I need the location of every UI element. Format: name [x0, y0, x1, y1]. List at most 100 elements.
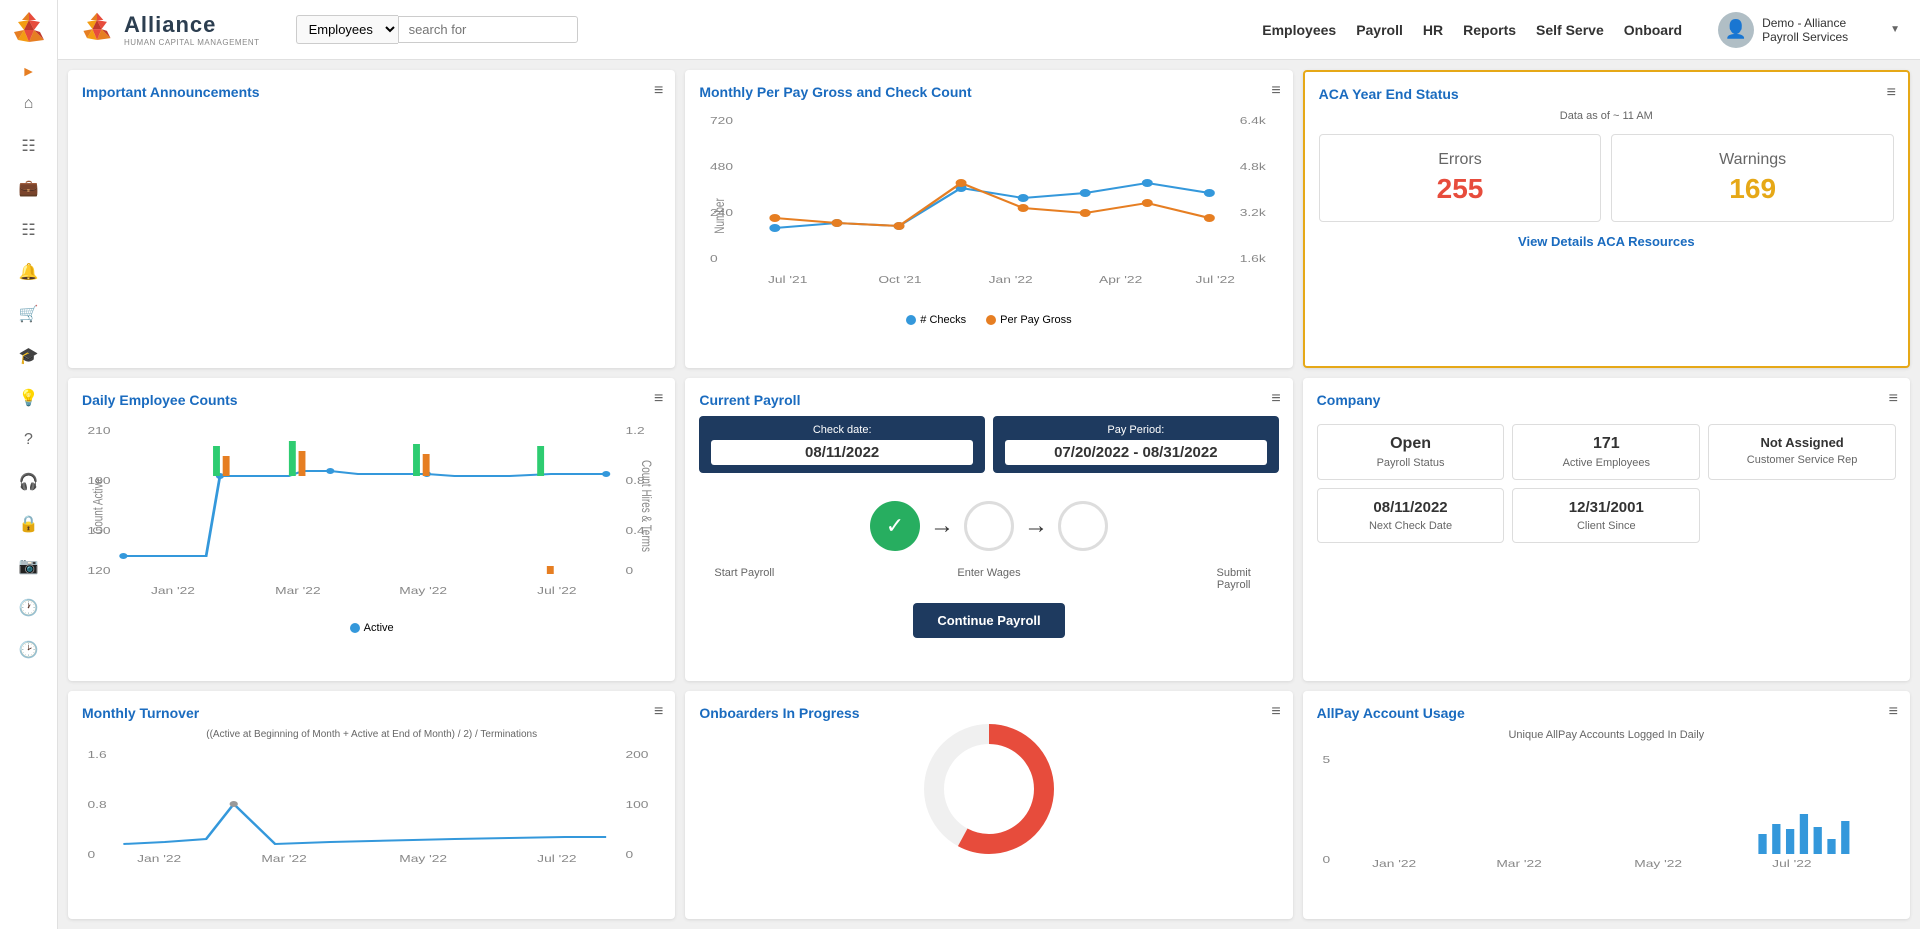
company-stat-client-since: 12/31/2001 Client Since	[1512, 488, 1700, 543]
svg-text:Jan '22: Jan '22	[151, 585, 195, 597]
aca-menu[interactable]: ≡	[1887, 84, 1896, 102]
company-check-date-label: Next Check Date	[1328, 520, 1494, 532]
monthly-chart-menu[interactable]: ≡	[1271, 82, 1280, 100]
sidebar-item-question[interactable]: ?	[11, 422, 47, 458]
turnover-title: Monthly Turnover	[82, 705, 661, 721]
onboarders-title: Onboarders In Progress	[699, 705, 1278, 721]
topbar-logo: Alliance HUMAN CAPITAL MANAGEMENT	[78, 11, 260, 49]
svg-text:6.4k: 6.4k	[1240, 115, 1267, 127]
svg-text:Jan '22: Jan '22	[137, 853, 181, 864]
company-active-value: 171	[1523, 435, 1689, 453]
sidebar-item-cart[interactable]: 🛒	[11, 296, 47, 332]
svg-text:0: 0	[88, 849, 96, 861]
svg-text:Jan '22: Jan '22	[1372, 858, 1416, 869]
company-menu[interactable]: ≡	[1889, 390, 1898, 408]
monthly-chart-legend: # Checks Per Pay Gross	[699, 314, 1278, 326]
company-active-label: Active Employees	[1523, 457, 1689, 469]
sidebar-item-bell[interactable]: 🔔	[11, 254, 47, 290]
company-stat-rep: Not Assigned Customer Service Rep	[1708, 424, 1896, 480]
pay-period-box: Pay Period: 07/20/2022 - 08/31/2022	[993, 416, 1279, 473]
turnover-menu[interactable]: ≡	[654, 703, 663, 721]
step-enter-wages	[964, 501, 1014, 551]
sidebar-item-chart[interactable]: ☷	[11, 128, 47, 164]
step-start-done: ✓	[870, 501, 920, 551]
step-arrow-1: →	[930, 512, 954, 540]
allpay-chart: 5 0 Jan '22 Mar '22 May '22 Jul '22	[1317, 749, 1896, 869]
payroll-steps: ✓ → →	[699, 485, 1278, 567]
user-section[interactable]: 👤 Demo - Alliance Payroll Services ▼	[1718, 12, 1900, 48]
logo-text: Alliance HUMAN CAPITAL MANAGEMENT	[124, 12, 260, 47]
step-submit-payroll	[1058, 501, 1108, 551]
aca-warnings-box[interactable]: Warnings 169	[1611, 134, 1894, 222]
nav-onboard[interactable]: Onboard	[1624, 22, 1682, 38]
company-stat-active: 171 Active Employees	[1512, 424, 1700, 480]
sidebar-item-clock2[interactable]: 🕑	[11, 632, 47, 668]
sidebar: ► ⌂ ☷ 💼 ☷ 🔔 🛒 🎓 💡 ? 🎧 🔒 📷 🕐 🕑	[0, 0, 58, 929]
aca-errors-box[interactable]: Errors 255	[1319, 134, 1602, 222]
turnover-card: Monthly Turnover ≡ ((Active at Beginning…	[68, 691, 675, 919]
svg-text:0: 0	[625, 849, 633, 861]
emp-counts-menu[interactable]: ≡	[654, 390, 663, 408]
step-arrow-2: →	[1024, 512, 1048, 540]
svg-text:120: 120	[88, 565, 111, 577]
svg-text:Apr '22: Apr '22	[1099, 274, 1143, 286]
company-rep-label: Customer Service Rep	[1719, 454, 1885, 466]
svg-text:Jul '21: Jul '21	[768, 274, 808, 286]
svg-text:May '22: May '22	[399, 853, 447, 864]
allpay-subtitle: Unique AllPay Accounts Logged In Daily	[1317, 729, 1896, 741]
payroll-card: Current Payroll ≡ Check date: 08/11/2022…	[685, 378, 1292, 680]
search-area: Employees Payroll HR	[296, 15, 578, 44]
pay-period-value: 07/20/2022 - 08/31/2022	[1005, 440, 1267, 465]
svg-text:Count Active: Count Active	[90, 478, 106, 534]
company-stat-check-date: 08/11/2022 Next Check Date	[1317, 488, 1505, 543]
nav-hr[interactable]: HR	[1423, 22, 1443, 38]
continue-payroll-button[interactable]: Continue Payroll	[913, 603, 1064, 638]
nav-employees[interactable]: Employees	[1262, 22, 1336, 38]
turnover-subtitle: ((Active at Beginning of Month + Active …	[82, 729, 661, 740]
company-client-since-label: Client Since	[1523, 520, 1689, 532]
sidebar-item-monitor[interactable]: 📷	[11, 548, 47, 584]
onboarders-menu[interactable]: ≡	[1271, 703, 1280, 721]
check-date-box: Check date: 08/11/2022	[699, 416, 985, 473]
sidebar-chevron-right[interactable]: ►	[22, 63, 36, 79]
nav-reports[interactable]: Reports	[1463, 22, 1516, 38]
sidebar-item-clock1[interactable]: 🕐	[11, 590, 47, 626]
allpay-card: AllPay Account Usage ≡ Unique AllPay Acc…	[1303, 691, 1910, 919]
sidebar-item-lightbulb[interactable]: 💡	[11, 380, 47, 416]
onboarders-card: Onboarders In Progress ≡	[685, 691, 1292, 919]
svg-text:0.8: 0.8	[88, 799, 108, 811]
allpay-menu[interactable]: ≡	[1889, 703, 1898, 721]
svg-text:200: 200	[625, 749, 648, 761]
sidebar-item-home[interactable]: ⌂	[11, 86, 47, 122]
search-input[interactable]	[398, 16, 578, 43]
sidebar-item-lock[interactable]: 🔒	[11, 506, 47, 542]
check-date-value: 08/11/2022	[711, 440, 973, 465]
sidebar-item-headphone[interactable]: 🎧	[11, 464, 47, 500]
svg-text:Count Hires & Terms: Count Hires & Terms	[639, 460, 655, 552]
svg-text:May '22: May '22	[1634, 858, 1682, 869]
company-payroll-value: Open	[1328, 435, 1494, 453]
sidebar-item-briefcase[interactable]: 💼	[11, 170, 47, 206]
search-category-select[interactable]: Employees Payroll HR	[296, 15, 398, 44]
sidebar-item-table[interactable]: ☷	[11, 212, 47, 248]
company-title: Company	[1317, 392, 1896, 408]
nav-payroll[interactable]: Payroll	[1356, 22, 1403, 38]
emp-counts-chart: 210 180 150 120 1.2 0.8 0.4 0 Count Acti…	[82, 416, 661, 616]
payroll-menu[interactable]: ≡	[1271, 390, 1280, 408]
svg-text:480: 480	[710, 161, 733, 173]
user-name: Demo - Alliance Payroll Services	[1762, 16, 1882, 44]
dashboard: Important Announcements ≡ Monthly Per Pa…	[58, 60, 1920, 929]
company-stat-payroll: Open Payroll Status	[1317, 424, 1505, 480]
sidebar-item-graduation[interactable]: 🎓	[11, 338, 47, 374]
company-card: Company ≡ Open Payroll Status 171 Active…	[1303, 378, 1910, 680]
nav-selfserve[interactable]: Self Serve	[1536, 22, 1604, 38]
aca-view-details-link[interactable]: View Details ACA Resources	[1319, 234, 1894, 249]
aca-card: ACA Year End Status ≡ Data as of ~ 11 AM…	[1303, 70, 1910, 368]
user-dropdown-icon[interactable]: ▼	[1890, 24, 1900, 35]
svg-text:May '22: May '22	[399, 585, 447, 597]
step-label-start: Start Payroll	[709, 567, 779, 591]
svg-text:Jan '22: Jan '22	[989, 274, 1033, 286]
user-avatar: 👤	[1718, 12, 1754, 48]
announcements-menu[interactable]: ≡	[654, 82, 663, 100]
aca-subtitle: Data as of ~ 11 AM	[1319, 110, 1894, 122]
